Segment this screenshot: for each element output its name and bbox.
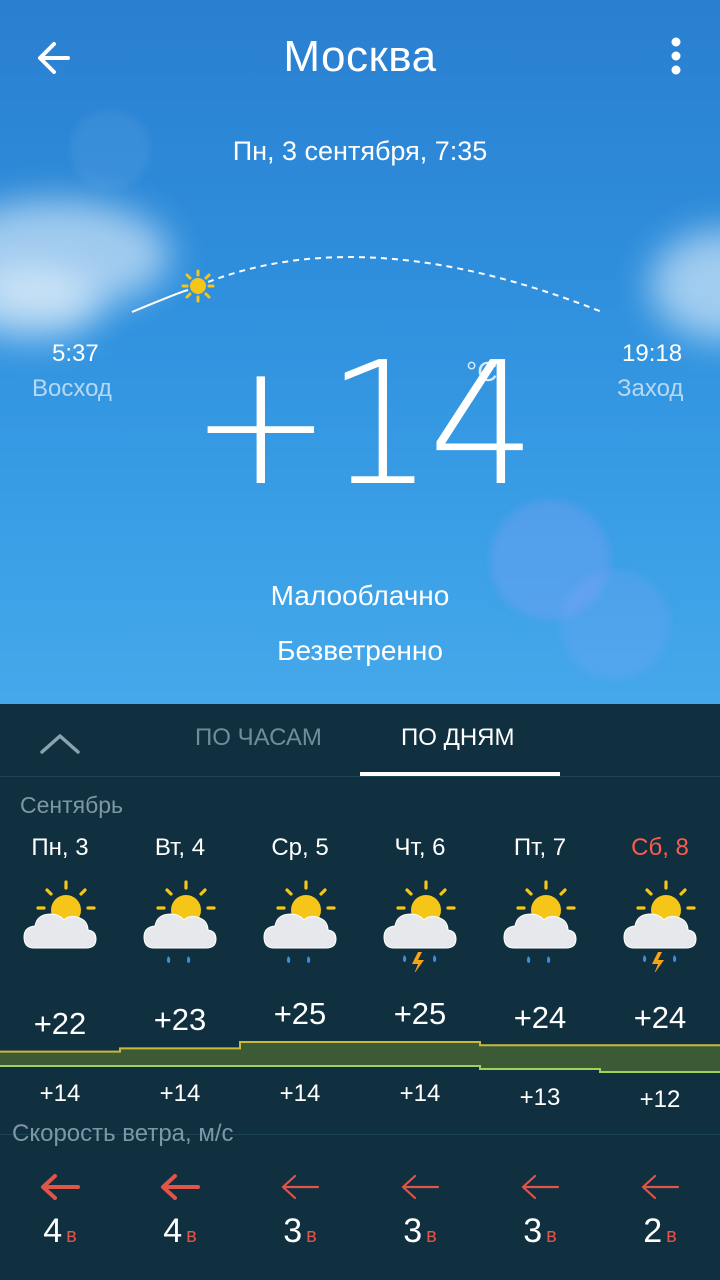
wind-direction: в [306, 1225, 317, 1247]
wind-speed-value: 2в [600, 1212, 720, 1251]
tab-daily[interactable]: ПО ДНЯМ [401, 724, 515, 752]
tab-hourly[interactable]: ПО ЧАСАМ [195, 724, 322, 752]
temperature-unit: °C [466, 356, 498, 387]
wind-speed-number: 4 [43, 1212, 63, 1250]
weather-condition: Малооблачно [270, 580, 450, 611]
forecast-day-label: Чт, 6 [394, 834, 446, 861]
wind-speed-value: 4в [0, 1212, 120, 1251]
more-vert-icon [671, 37, 681, 75]
sun-icon [181, 269, 215, 303]
app-bar: Москва [0, 0, 720, 120]
temperature-graph [0, 1041, 720, 1073]
chevron-up-icon [40, 734, 80, 754]
month-label: Сентябрь [20, 792, 124, 818]
max-temperature: +25 [273, 996, 327, 1031]
wind-speed-value: 4в [120, 1212, 240, 1251]
partly-cloudy-icon [23, 880, 97, 949]
current-temperature: +14 [189, 326, 537, 524]
max-temperature: +25 [393, 996, 447, 1031]
wind-speed-title: Скорость ветра, м/с [12, 1120, 234, 1147]
wind-speed-value: 3в [480, 1212, 600, 1251]
forecast-day-label: Сб, 8 [631, 834, 689, 861]
forecast-day-label: Пн, 3 [31, 834, 89, 861]
thunderstorm-icon [383, 880, 457, 972]
thunderstorm-icon [623, 880, 697, 972]
wind-direction: в [546, 1225, 557, 1247]
partly-cloudy-rain-icon [263, 880, 337, 963]
current-weather-section: Москва Пн, 3 сентября, 7:35 5:37 Восход … [0, 0, 720, 704]
forecast-day-label: Ср, 5 [271, 834, 329, 861]
temperature-range-band [0, 1042, 720, 1072]
collapse-button[interactable] [36, 722, 84, 762]
wind-speed-number: 4 [163, 1212, 183, 1250]
sun-path-arc [131, 256, 603, 313]
wind-speed-value: 3в [360, 1212, 480, 1251]
wind-speed-number: 3 [283, 1212, 303, 1250]
forecast-tabs: ПО ЧАСАМ ПО ДНЯМ [0, 704, 720, 777]
min-temperature: +13 [519, 1084, 561, 1111]
forecast-panel: ПО ЧАСАМ ПО ДНЯМ Сентябрь [0, 704, 720, 1280]
wind-arrow-icon [401, 1174, 440, 1200]
city-title: Москва [283, 32, 437, 81]
wind-arrow-icon [161, 1174, 200, 1200]
active-tab-indicator [360, 772, 560, 776]
wind-condition: Безветренно [277, 635, 443, 666]
wind-arrow-icon [521, 1174, 560, 1200]
partly-cloudy-rain-icon [143, 880, 217, 963]
wind-direction: в [666, 1225, 677, 1247]
wind-direction: в [426, 1225, 437, 1247]
wind-arrow-icon [281, 1174, 320, 1200]
wind-speed-value: 3в [240, 1212, 360, 1251]
wind-arrow-icon [41, 1174, 80, 1200]
forecast-day-label: Вт, 4 [154, 834, 206, 861]
wind-direction: в [66, 1225, 77, 1247]
wind-speed-number: 3 [523, 1212, 543, 1250]
partly-cloudy-rain-icon [503, 880, 577, 963]
min-temperature: +12 [639, 1086, 681, 1113]
wind-speed-number: 2 [643, 1212, 663, 1250]
wind-arrow-icon [641, 1174, 680, 1200]
current-date: Пн, 3 сентября, 7:35 [232, 136, 488, 166]
cloud-decoration [650, 230, 720, 340]
wind-direction: в [186, 1225, 197, 1247]
wind-speed-number: 3 [403, 1212, 423, 1250]
overflow-menu-button[interactable] [652, 32, 700, 84]
forecast-day-label: Пт, 7 [513, 834, 567, 861]
